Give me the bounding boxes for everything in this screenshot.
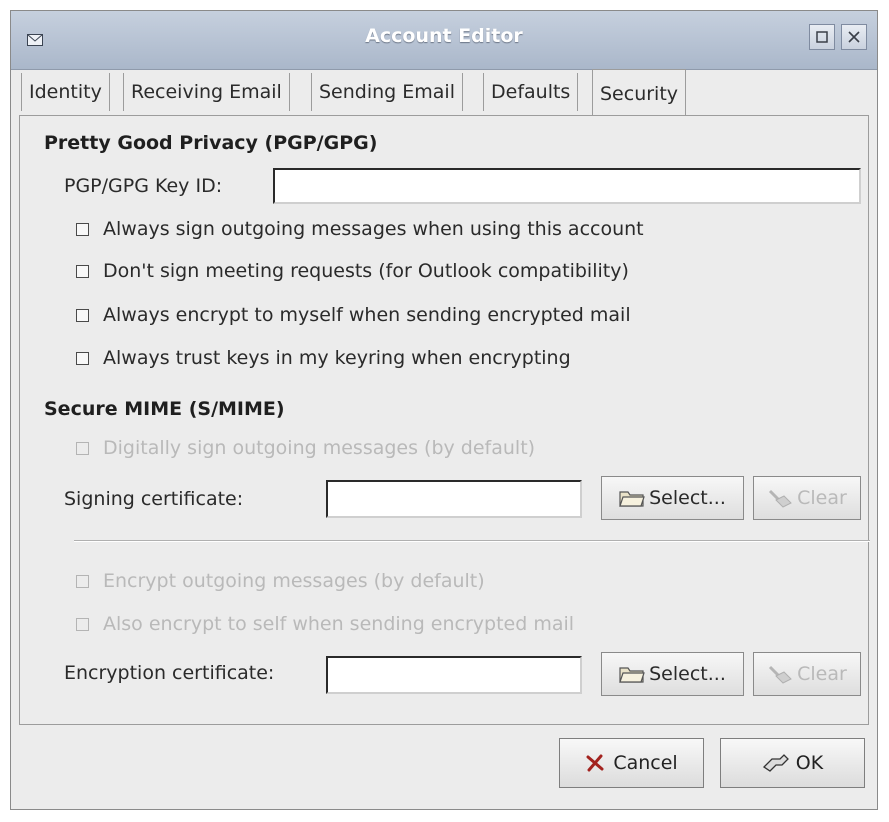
maximize-icon [816, 28, 828, 47]
smime-sign-default-row: Digitally sign outgoing messages (by def… [76, 435, 535, 461]
signing-certificate-label: Signing certificate: [64, 488, 244, 510]
ok-label: OK [795, 752, 824, 774]
smime-encrypt-self-row: Also encrypt to self when sending encryp… [76, 611, 574, 637]
signing-clear-button: Clear [753, 476, 861, 520]
security-panel: Pretty Good Privacy (PGP/GPG) PGP/GPG Ke… [19, 115, 870, 725]
encryption-select-button[interactable]: Select... [601, 652, 744, 696]
always-sign-checkbox-row[interactable]: Always sign outgoing messages when using… [76, 216, 644, 242]
encryption-select-label: Select... [649, 663, 726, 685]
cancel-button[interactable]: Cancel [559, 738, 704, 788]
title-bar[interactable]: Account Editor [11, 11, 877, 70]
pgp-key-id-input[interactable] [273, 168, 861, 204]
encryption-clear-button: Clear [753, 652, 861, 696]
tab-defaults[interactable]: Defaults [483, 73, 579, 111]
trust-keys-label: Always trust keys in my keyring when enc… [103, 347, 571, 369]
signing-select-button[interactable]: Select... [601, 476, 744, 520]
folder-icon [619, 488, 645, 508]
smime-section-title: Secure MIME (S/MIME) [44, 398, 285, 420]
broom-icon [767, 488, 793, 508]
smime-sign-default-checkbox [76, 441, 89, 455]
dont-sign-meeting-checkbox-row[interactable]: Don't sign meeting requests (for Outlook… [76, 258, 629, 284]
encrypt-to-myself-label: Always encrypt to myself when sending en… [103, 304, 631, 326]
always-sign-checkbox[interactable] [76, 222, 89, 236]
smime-encrypt-self-checkbox [76, 617, 89, 631]
close-icon [848, 28, 860, 47]
pgp-key-id-label: PGP/GPG Key ID: [64, 175, 223, 197]
signing-certificate-input[interactable] [326, 480, 582, 518]
encryption-certificate-input[interactable] [326, 656, 582, 694]
broom-icon [767, 664, 793, 684]
trust-keys-checkbox[interactable] [76, 351, 89, 365]
tab-receiving-email[interactable]: Receiving Email [123, 73, 290, 111]
ok-button[interactable]: OK [720, 738, 865, 788]
smime-encrypt-default-checkbox [76, 574, 89, 588]
always-sign-label: Always sign outgoing messages when using… [103, 218, 644, 240]
trust-keys-checkbox-row[interactable]: Always trust keys in my keyring when enc… [76, 345, 571, 371]
encrypt-to-myself-checkbox-row[interactable]: Always encrypt to myself when sending en… [76, 302, 631, 328]
tab-sending-email[interactable]: Sending Email [311, 73, 463, 111]
tab-security[interactable]: Security [592, 69, 687, 116]
close-button[interactable] [841, 24, 867, 50]
tab-identity[interactable]: Identity [21, 73, 110, 111]
window-title: Account Editor [365, 25, 523, 47]
ok-icon [762, 753, 790, 773]
smime-separator [74, 540, 870, 542]
smime-encrypt-default-row: Encrypt outgoing messages (by default) [76, 568, 485, 594]
dont-sign-meeting-label: Don't sign meeting requests (for Outlook… [103, 260, 629, 282]
encryption-clear-label: Clear [797, 663, 847, 685]
smime-sign-default-label: Digitally sign outgoing messages (by def… [103, 437, 536, 459]
encrypt-to-myself-checkbox[interactable] [76, 308, 89, 322]
smime-encrypt-self-label: Also encrypt to self when sending encryp… [103, 613, 575, 635]
signing-select-label: Select... [649, 487, 726, 509]
encryption-certificate-label: Encryption certificate: [64, 662, 275, 684]
cancel-label: Cancel [613, 752, 678, 774]
smime-encrypt-default-label: Encrypt outgoing messages (by default) [103, 570, 485, 592]
signing-clear-label: Clear [797, 487, 847, 509]
cancel-icon [585, 753, 605, 773]
dont-sign-meeting-checkbox[interactable] [76, 264, 89, 278]
folder-icon [619, 664, 645, 684]
maximize-button[interactable] [809, 24, 835, 50]
pgp-section-title: Pretty Good Privacy (PGP/GPG) [44, 132, 378, 154]
account-editor-window: Account Editor Identity Receiving Email … [10, 10, 878, 810]
tab-bar: Identity Receiving Email Sending Email D… [19, 69, 869, 116]
